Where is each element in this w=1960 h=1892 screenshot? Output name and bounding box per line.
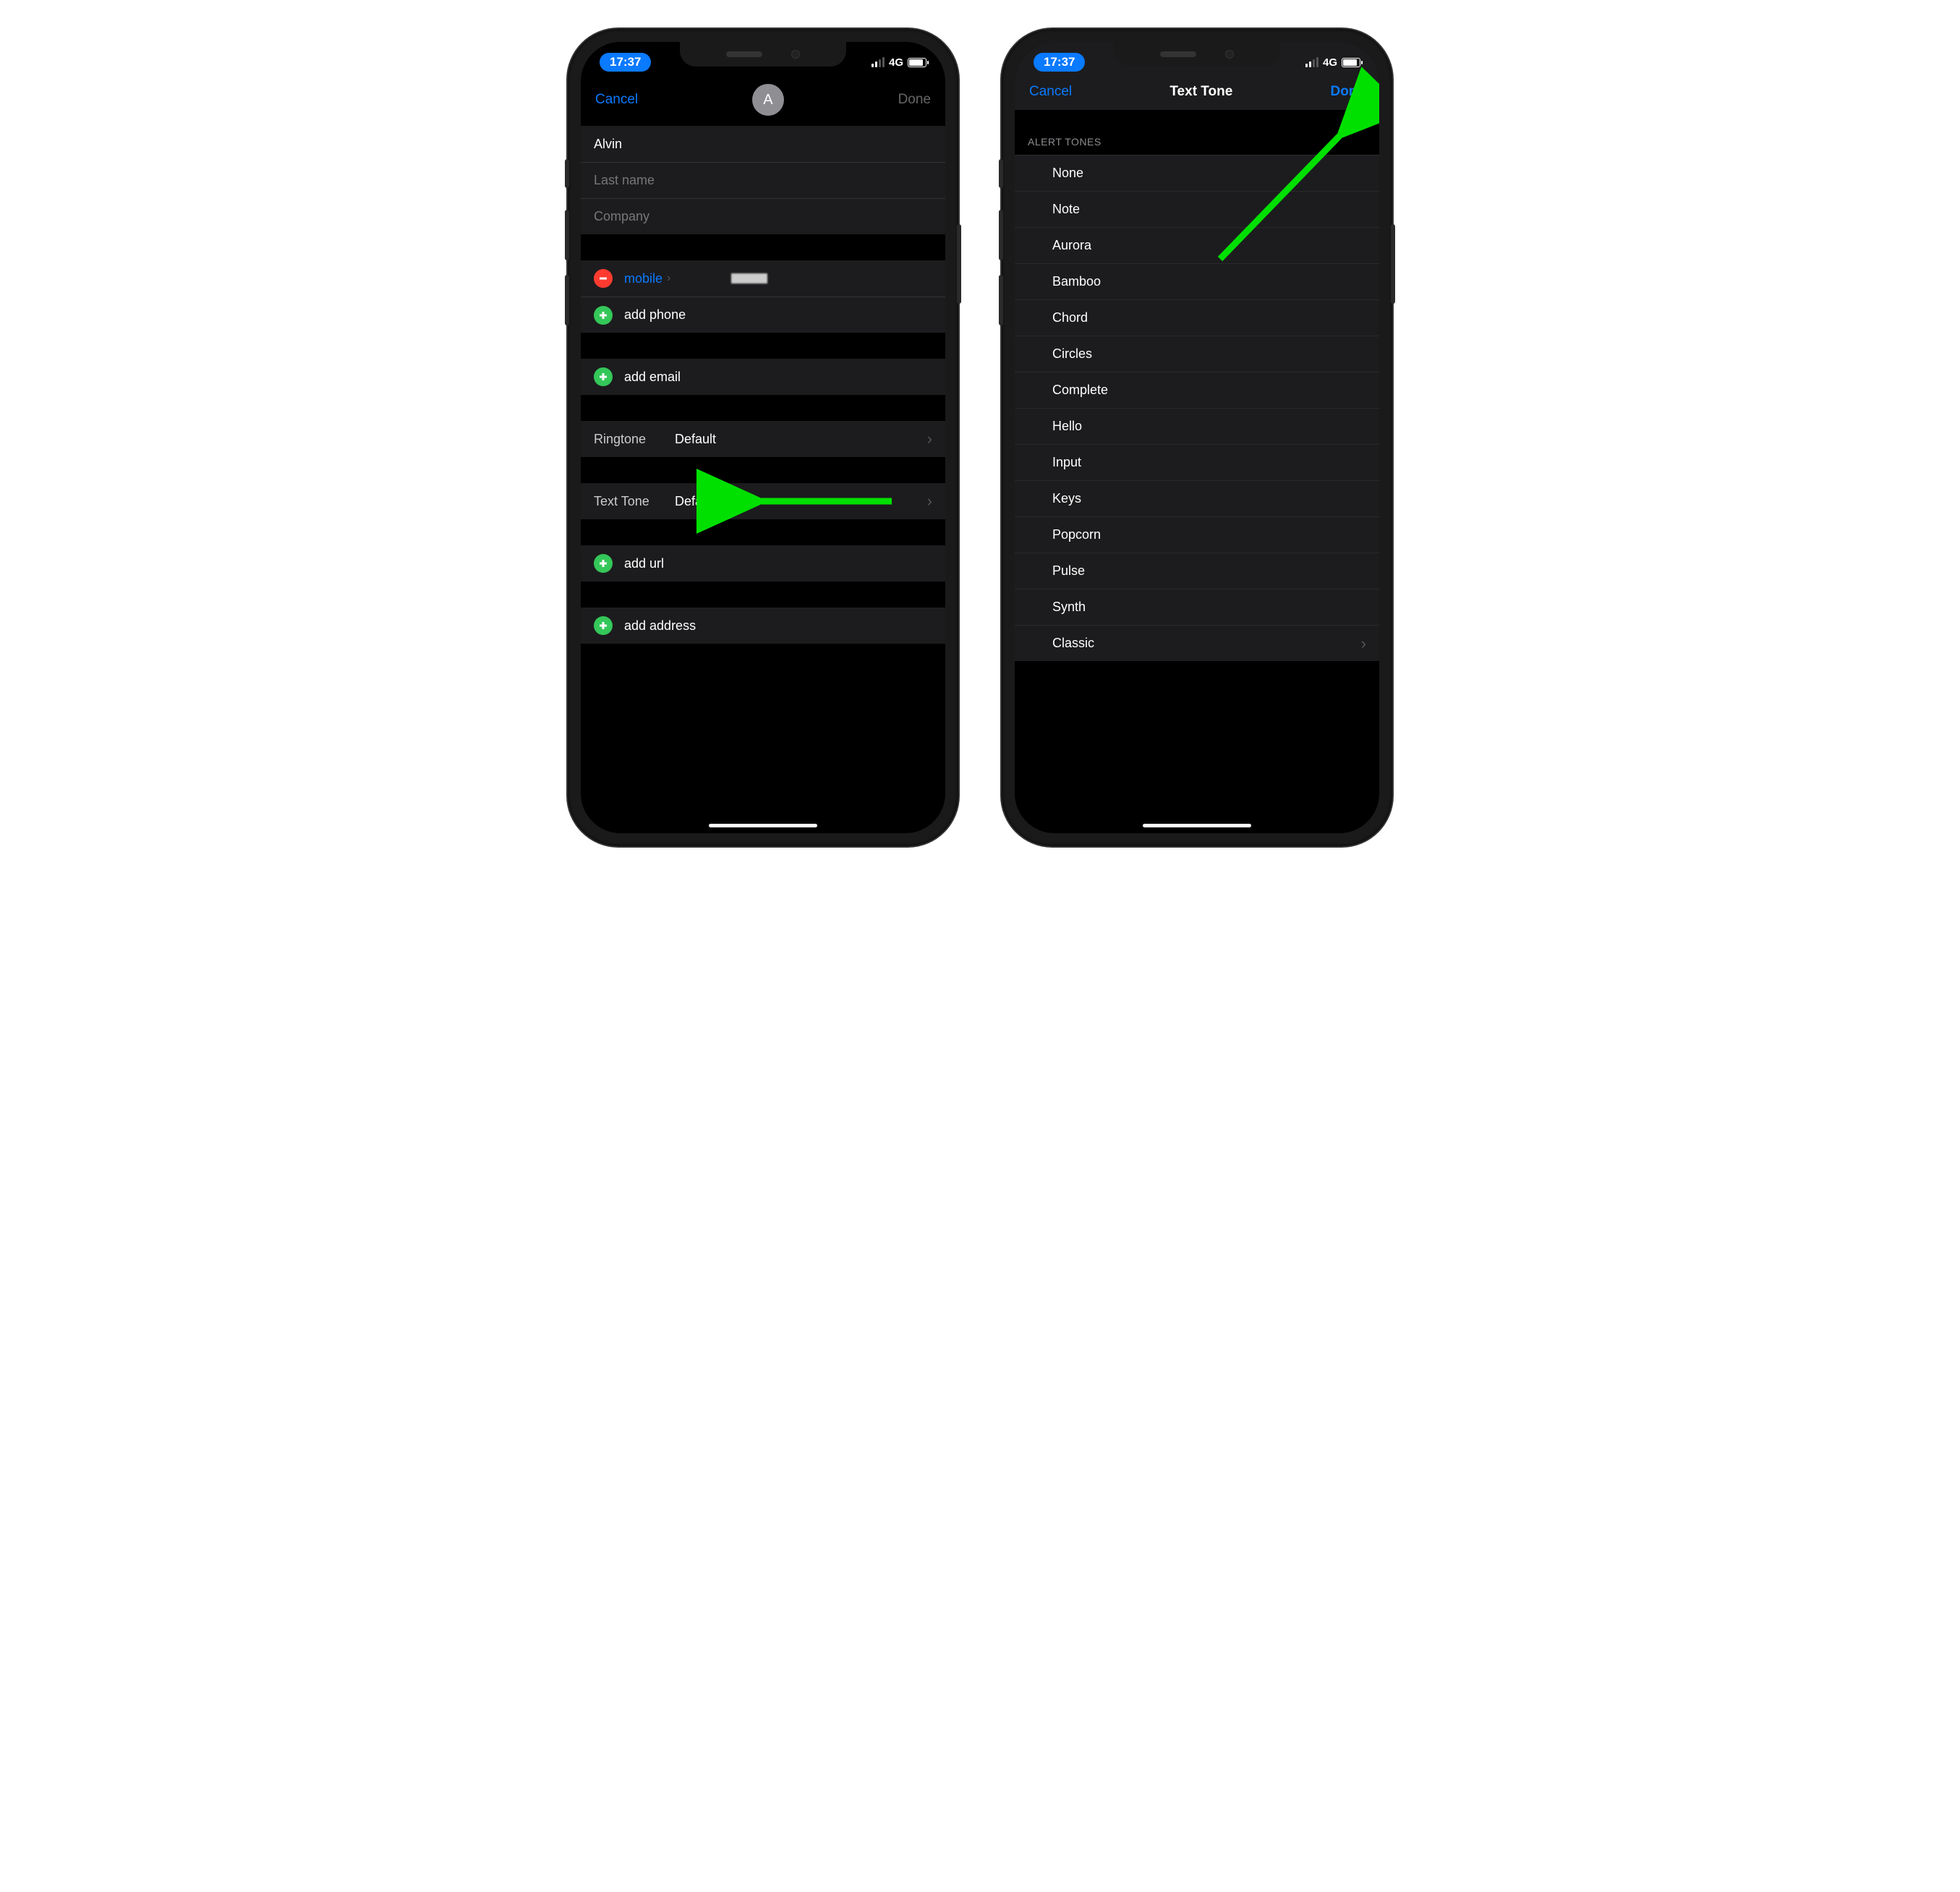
tone-label: Circles [1052,346,1092,362]
tone-label: Hello [1052,419,1082,434]
company-field[interactable]: Company [581,198,945,234]
chevron-right-icon: › [927,492,932,511]
nav-bar-text-tone: Cancel Text Tone Done [1015,78,1379,110]
tone-label: Note [1052,202,1080,217]
avatar[interactable]: A [752,84,784,116]
tone-label: Keys [1052,491,1081,506]
tone-label: Complete [1052,383,1108,398]
tone-row-bamboo[interactable]: Bamboo [1015,263,1379,299]
phone-row[interactable]: mobile › [581,260,945,297]
tone-row-synth[interactable]: Synth [1015,589,1379,625]
phone-type-button[interactable]: mobile [624,271,662,286]
status-time: 17:37 [1034,53,1085,72]
add-email-row[interactable]: add email [581,359,945,395]
tone-row-input[interactable]: Input [1015,444,1379,480]
tone-label: Synth [1052,600,1086,615]
cancel-button[interactable]: Cancel [1029,84,1072,100]
ringtone-section: Ringtone Default › [581,421,945,457]
tone-label: Pulse [1052,563,1085,579]
tone-row-pulse[interactable]: Pulse [1015,553,1379,589]
add-phone-label: add phone [624,307,686,323]
phone-frame-right: 17:37 4G Cancel Text Tone Done ALERT TON… [1002,29,1392,846]
phone-frame-left: 17:37 4G Cancel A Done Alvin Last name C… [568,29,958,846]
tone-row-aurora[interactable]: Aurora [1015,227,1379,263]
nav-bar-edit-contact: Cancel A Done [581,78,945,126]
cancel-button[interactable]: Cancel [595,92,638,108]
texttone-value: Default [675,494,716,509]
address-section: add address [581,608,945,644]
tone-row-classic[interactable]: Classic › [1015,625,1379,661]
notch [680,42,846,67]
tone-label: Popcorn [1052,527,1101,542]
signal-icon [1305,57,1318,67]
name-section: Alvin Last name Company [581,126,945,234]
page-title: Text Tone [1169,84,1232,100]
home-indicator[interactable] [709,824,817,827]
network-label: 4G [889,56,903,69]
url-section: add url [581,545,945,581]
tone-row-circles[interactable]: Circles [1015,336,1379,372]
tone-label: None [1052,166,1083,181]
screen-right: 17:37 4G Cancel Text Tone Done ALERT TON… [1015,42,1379,833]
alert-tones-header: ALERT TONES [1015,110,1379,155]
chevron-right-icon: › [667,272,670,285]
tone-row-note[interactable]: Note [1015,191,1379,227]
first-name-value: Alvin [594,137,622,152]
network-label: 4G [1323,56,1337,69]
tone-label: Input [1052,455,1081,470]
add-address-row[interactable]: add address [581,608,945,644]
screen-left: 17:37 4G Cancel A Done Alvin Last name C… [581,42,945,833]
chevron-right-icon: › [927,430,932,448]
last-name-placeholder: Last name [594,173,655,188]
battery-icon [1342,58,1360,67]
add-url-row[interactable]: add url [581,545,945,581]
email-section: add email [581,359,945,395]
ringtone-label: Ringtone [594,432,666,447]
first-name-field[interactable]: Alvin [581,126,945,162]
last-name-field[interactable]: Last name [581,162,945,198]
battery-icon [908,58,926,67]
signal-icon [872,57,885,67]
add-phone-icon[interactable] [594,306,613,325]
add-url-label: add url [624,556,664,571]
tone-label: Aurora [1052,238,1091,253]
tone-label: Classic [1052,636,1094,651]
home-indicator[interactable] [1143,824,1251,827]
chevron-right-icon: › [1361,634,1366,653]
texttone-section: Text Tone Default › [581,483,945,519]
ringtone-row[interactable]: Ringtone Default › [581,421,945,457]
add-address-icon[interactable] [594,616,613,635]
add-address-label: add address [624,618,696,634]
add-email-icon[interactable] [594,367,613,386]
tone-row-none[interactable]: None [1015,155,1379,191]
tone-row-complete[interactable]: Complete [1015,372,1379,408]
company-placeholder: Company [594,209,649,224]
texttone-label: Text Tone [594,494,666,509]
phone-number-redacted [731,273,767,284]
avatar-initial: A [763,92,772,108]
tone-row-hello[interactable]: Hello [1015,408,1379,444]
ringtone-value: Default [675,432,716,447]
phone-section: mobile › add phone [581,260,945,333]
add-url-icon[interactable] [594,554,613,573]
notch [1114,42,1280,67]
add-phone-row[interactable]: add phone [581,297,945,333]
tone-row-chord[interactable]: Chord [1015,299,1379,336]
done-button[interactable]: Done [898,92,931,108]
done-button[interactable]: Done [1330,84,1365,100]
tone-row-keys[interactable]: Keys [1015,480,1379,516]
tone-label: Chord [1052,310,1088,325]
add-email-label: add email [624,370,681,385]
remove-phone-icon[interactable] [594,269,613,288]
status-time: 17:37 [600,53,651,72]
tone-label: Bamboo [1052,274,1101,289]
tone-list: None Note Aurora Bamboo Chord Circles Complete… [1015,155,1379,661]
tone-row-popcorn[interactable]: Popcorn [1015,516,1379,553]
texttone-row[interactable]: Text Tone Default › [581,483,945,519]
